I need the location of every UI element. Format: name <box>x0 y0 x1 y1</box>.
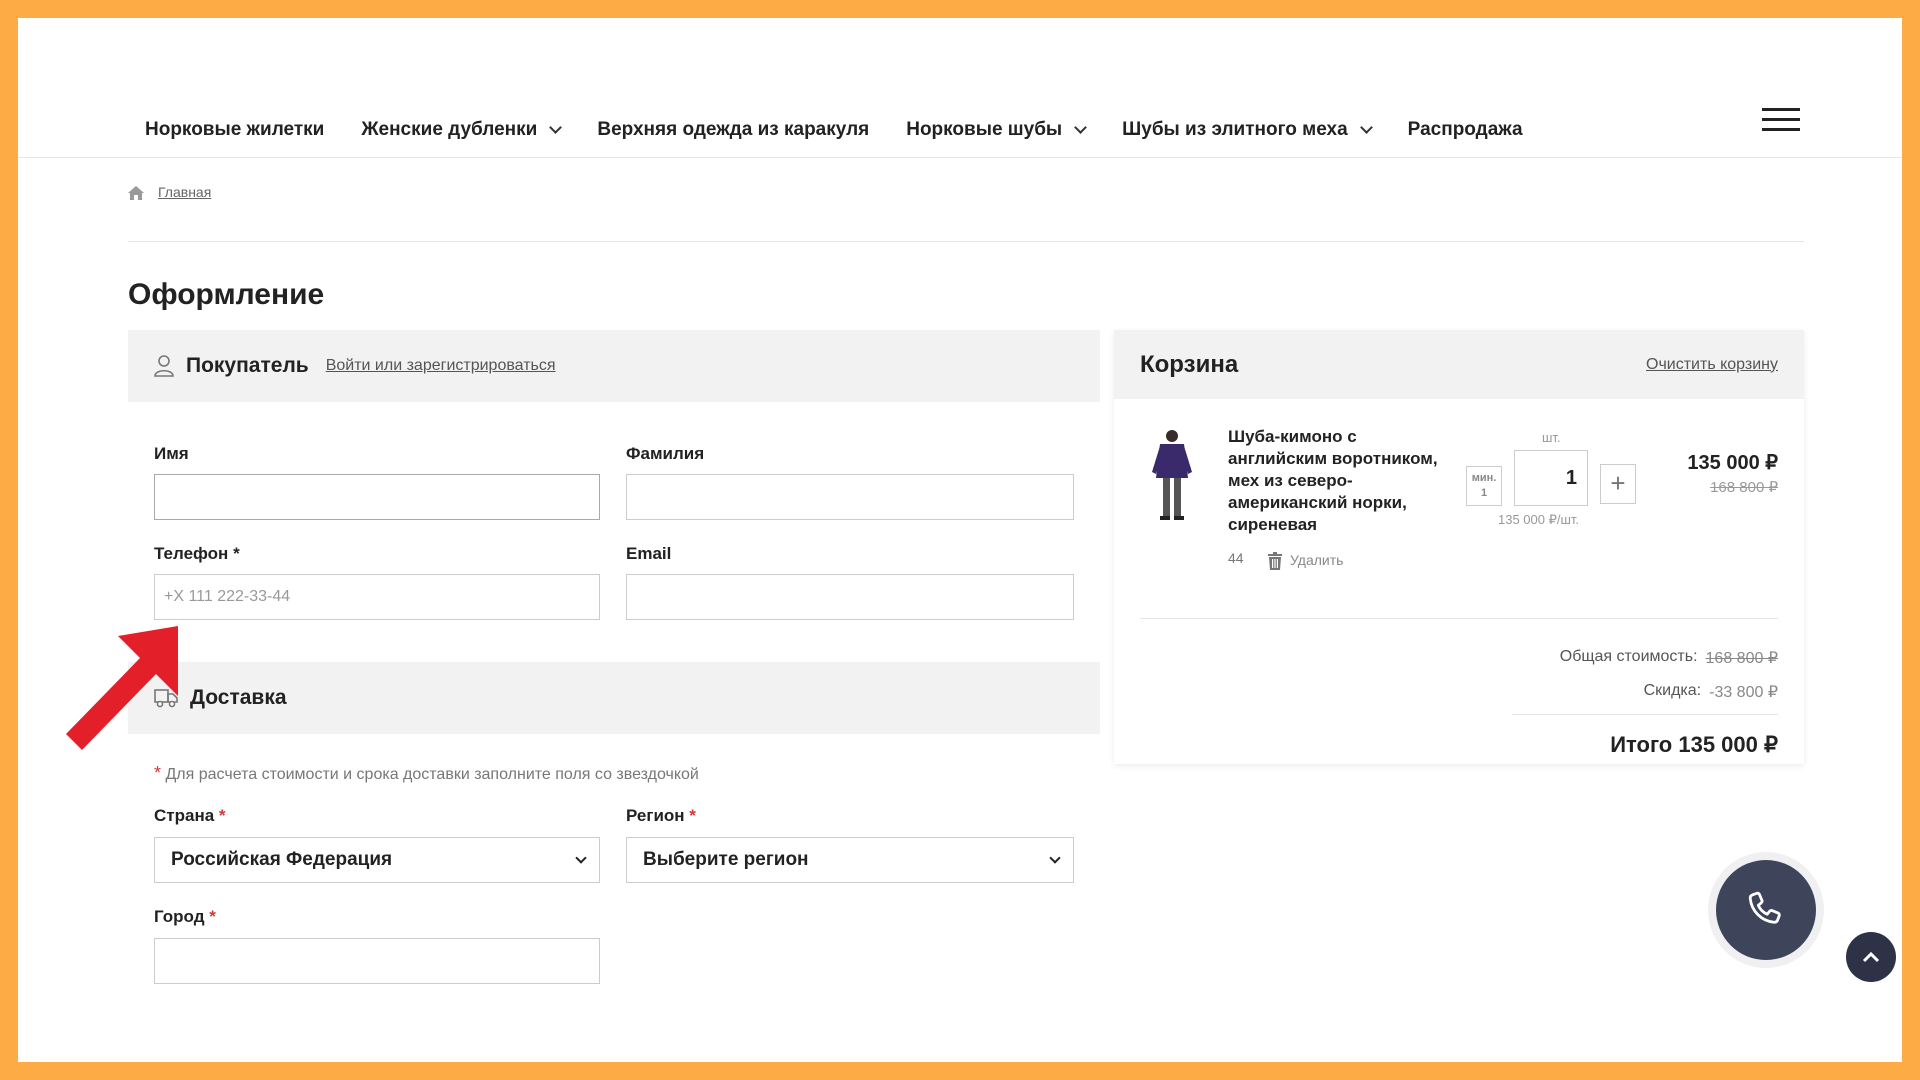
trash-icon[interactable] <box>1268 552 1282 570</box>
delete-item-link[interactable]: Удалить <box>1290 552 1343 568</box>
delivery-section-header: Доставка <box>128 662 1100 734</box>
phone-field[interactable] <box>154 574 600 620</box>
chevron-down-icon <box>1359 121 1373 134</box>
scroll-up-button[interactable] <box>1846 932 1896 982</box>
quantity-increase-button[interactable]: + <box>1600 464 1636 504</box>
menu-item-mink-coats[interactable]: Норковые шубы <box>906 119 1088 141</box>
total-cost-label: Общая стоимость: <box>1559 648 1698 665</box>
divider <box>1512 714 1778 715</box>
chevron-down-icon <box>549 121 563 134</box>
cart-panel: Корзина Очистить корзину Шуба-кимоно с а… <box>1114 330 1804 764</box>
item-price: 135 000 ₽ <box>1687 452 1778 474</box>
phone-label: Телефон * <box>154 544 240 563</box>
menu-item-mink-vests[interactable]: Норковые жилетки <box>145 119 324 141</box>
country-select[interactable]: Российская Федерация <box>154 837 600 883</box>
quantity-unit-label: шт. <box>1542 430 1561 445</box>
menu-item-sale[interactable]: Распродажа <box>1408 119 1523 141</box>
breadcrumb: Главная <box>128 184 1804 242</box>
product-image[interactable] <box>1144 426 1200 526</box>
chevron-down-icon <box>1074 121 1088 134</box>
discount-row: Скидка: -33 800 ₽ <box>1644 682 1778 702</box>
breadcrumb-home-link[interactable]: Главная <box>158 184 211 200</box>
email-field[interactable] <box>626 574 1074 620</box>
menu-item-label: Норковые жилетки <box>145 119 325 140</box>
product-name[interactable]: Шуба-кимоно с английским воротником, мех… <box>1228 426 1442 536</box>
login-register-link[interactable]: Войти или зарегистрироваться <box>326 357 556 375</box>
min-quantity-badge: мин. 1 <box>1466 466 1502 506</box>
unit-price: 135 000 ₽/шт. <box>1498 512 1580 527</box>
country-label: Страна * <box>154 806 226 825</box>
chevron-down-icon <box>1049 852 1061 864</box>
menu-item-label: Женские дубленки <box>361 119 538 140</box>
hamburger-icon[interactable] <box>1762 108 1800 132</box>
top-navigation: Норковые жилетки Женские дубленки Верхня… <box>18 18 1902 158</box>
first-name-label: Имя <box>154 444 189 463</box>
menu-item-sheepskin-coats[interactable]: Женские дубленки <box>361 119 563 141</box>
product-size: 44 <box>1228 550 1244 566</box>
clear-cart-link[interactable]: Очистить корзину <box>1646 356 1778 374</box>
divider <box>1140 618 1778 619</box>
cart-title: Корзина <box>1140 350 1239 378</box>
total-cost-row: Общая стоимость: 168 800 ₽ <box>1560 648 1778 668</box>
delivery-hint: * Для расчета стоимости и срока доставки… <box>154 763 699 783</box>
last-name-label: Фамилия <box>626 444 705 463</box>
email-label: Email <box>626 544 672 563</box>
cart-header: Корзина Очистить корзину <box>1114 330 1804 399</box>
discount-value: -33 800 ₽ <box>1709 684 1778 701</box>
page-frame: Норковые жилетки Женские дубленки Верхня… <box>18 18 1902 1062</box>
user-icon <box>154 355 174 377</box>
chevron-down-icon <box>575 852 587 864</box>
region-select[interactable]: Выберите регион <box>626 837 1074 883</box>
checkout-form: Покупатель Войти или зарегистрироваться … <box>128 330 1100 1062</box>
phone-icon <box>1748 891 1781 924</box>
total-cost-value: 168 800 ₽ <box>1705 650 1778 667</box>
city-label: Город * <box>154 907 216 926</box>
menu-item-label: Распродажа <box>1407 119 1523 140</box>
item-old-price: 168 800 ₽ <box>1710 479 1778 496</box>
menu-item-label: Верхняя одежда из каракуля <box>597 119 870 140</box>
menu-item-elite-fur[interactable]: Шубы из элитного меха <box>1122 119 1373 141</box>
home-icon[interactable] <box>128 186 144 200</box>
buyer-section-header: Покупатель Войти или зарегистрироваться <box>128 330 1100 402</box>
annotation-arrow-icon <box>66 626 178 750</box>
buyer-title: Покупатель <box>186 354 309 377</box>
city-field[interactable] <box>154 938 600 984</box>
first-name-field[interactable] <box>154 474 600 520</box>
menu-item-karakul[interactable]: Верхняя одежда из каракуля <box>597 119 869 141</box>
last-name-field[interactable] <box>626 474 1074 520</box>
delivery-title: Доставка <box>190 686 287 709</box>
chevron-up-icon <box>1862 951 1880 963</box>
quantity-input[interactable] <box>1514 450 1588 506</box>
region-label: Регион * <box>626 806 696 825</box>
cart-total: Итого 135 000 ₽ <box>1610 732 1778 757</box>
menu-item-label: Норковые шубы <box>906 119 1063 140</box>
call-button[interactable] <box>1716 860 1816 960</box>
main-menu: Норковые жилетки Женские дубленки Верхня… <box>145 119 1560 141</box>
menu-item-label: Шубы из элитного меха <box>1122 119 1348 140</box>
discount-label: Скидка: <box>1643 682 1702 699</box>
page-title: Оформление <box>128 278 325 311</box>
